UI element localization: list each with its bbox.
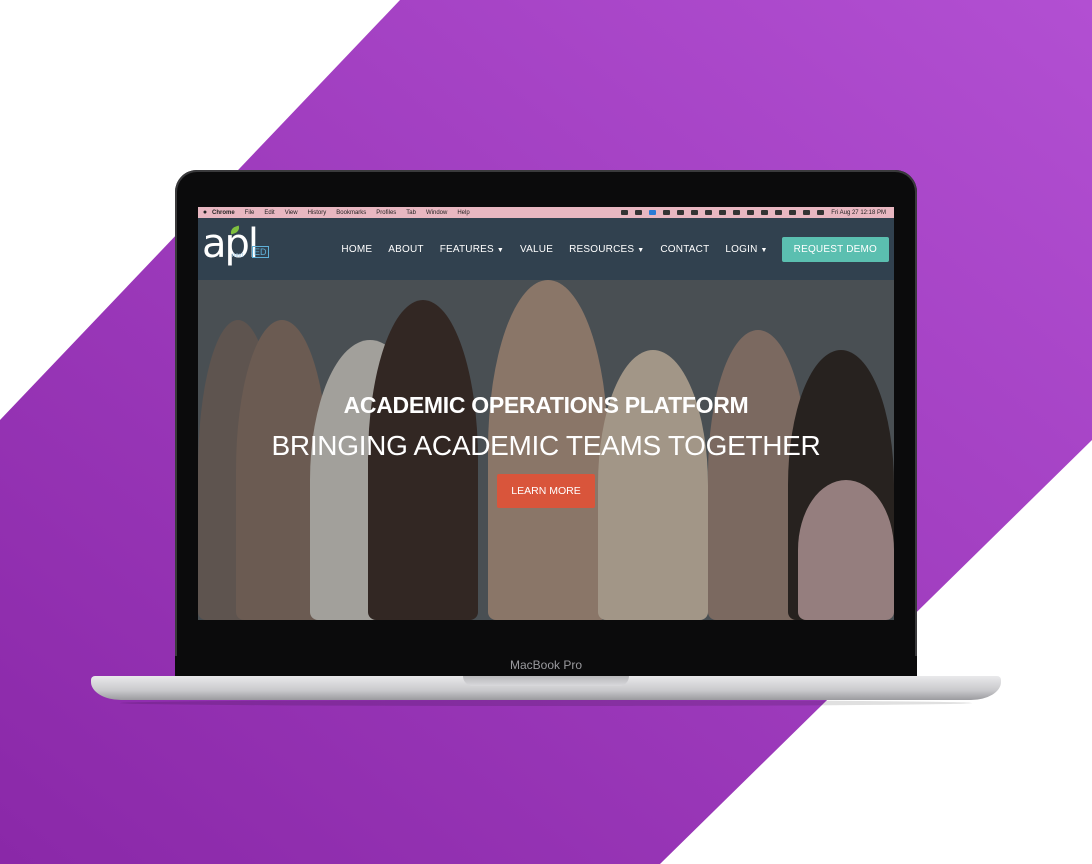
status-icon[interactable] xyxy=(719,210,727,215)
hero-section: ACADEMIC OPERATIONS PLATFORM BRINGING AC… xyxy=(198,280,894,620)
logo-sub-text: next xyxy=(232,253,244,259)
menu-item-history[interactable]: History xyxy=(308,210,327,216)
macos-menubar: ● Chrome File Edit View History Bookmark… xyxy=(198,207,894,218)
status-icon[interactable] xyxy=(663,210,671,215)
main-nav: HOME ABOUT FEATURES ▼ VALUE RESOURCES ▼ CO… xyxy=(333,236,889,262)
hero-headline: ACADEMIC OPERATIONS PLATFORM xyxy=(343,392,749,418)
caret-down-icon: ▼ xyxy=(760,246,768,254)
status-icon[interactable] xyxy=(621,210,629,215)
control-center-icon[interactable] xyxy=(817,210,825,215)
status-icon[interactable] xyxy=(705,210,713,215)
menubar-clock[interactable]: Fri Aug 27 12:18 PM xyxy=(831,210,886,216)
menu-item-window[interactable]: Window xyxy=(426,210,447,216)
volume-icon[interactable] xyxy=(733,210,741,215)
hero-subheadline: BRINGING ACADEMIC TEAMS TOGETHER xyxy=(271,430,821,461)
menubar-status-area: Fri Aug 27 12:18 PM xyxy=(621,210,894,216)
learn-more-button[interactable]: LEARN MORE xyxy=(497,474,595,508)
request-demo-button[interactable]: REQUEST DEMO xyxy=(781,236,889,262)
laptop-screen: ● Chrome File Edit View History Bookmark… xyxy=(198,207,894,620)
menu-item-tab[interactable]: Tab xyxy=(406,210,416,216)
logo-text: apl xyxy=(202,221,259,267)
nav-value[interactable]: VALUE xyxy=(520,244,553,255)
laptop-shadow xyxy=(120,700,972,706)
wifi-icon[interactable] xyxy=(775,210,783,215)
status-icon[interactable] xyxy=(691,210,699,215)
bluetooth-icon[interactable] xyxy=(747,210,755,215)
search-icon[interactable] xyxy=(803,210,811,215)
site-navbar: apl next ED HOME ABOUT FEATURES ▼ VALUE R… xyxy=(198,218,894,280)
nav-contact[interactable]: CONTACT xyxy=(660,244,709,255)
status-icon[interactable] xyxy=(677,210,685,215)
laptop-base xyxy=(91,676,1001,700)
caret-down-icon: ▼ xyxy=(637,246,645,254)
status-icon[interactable] xyxy=(635,210,643,215)
menu-item-view[interactable]: View xyxy=(285,210,298,216)
menu-item-chrome[interactable]: Chrome xyxy=(212,210,235,216)
caret-down-icon: ▼ xyxy=(496,246,505,254)
menu-item-help[interactable]: Help xyxy=(457,210,469,216)
status-icon[interactable] xyxy=(649,210,657,215)
site-logo[interactable]: apl next ED xyxy=(202,221,269,273)
nav-about[interactable]: ABOUT xyxy=(388,244,423,255)
laptop-notch xyxy=(463,676,629,686)
nav-home[interactable]: HOME xyxy=(341,244,372,255)
logo-ed-text: ED xyxy=(252,246,269,258)
menu-item-edit[interactable]: Edit xyxy=(264,210,274,216)
apple-icon[interactable]: ● xyxy=(198,209,212,216)
nav-features[interactable]: FEATURES ▼ xyxy=(440,244,504,255)
macbook-mockup: ● Chrome File Edit View History Bookmark… xyxy=(0,0,1092,864)
battery-icon[interactable] xyxy=(761,210,769,215)
device-label: MacBook Pro xyxy=(509,658,583,672)
nav-login[interactable]: LOGIN ▼ xyxy=(725,244,767,255)
menu-item-profiles[interactable]: Profiles xyxy=(376,210,396,216)
laptop-chin: MacBook Pro xyxy=(175,656,917,676)
user-icon[interactable] xyxy=(789,210,797,215)
nav-resources[interactable]: RESOURCES ▼ xyxy=(569,244,644,255)
menu-item-file[interactable]: File xyxy=(245,210,255,216)
menu-item-bookmarks[interactable]: Bookmarks xyxy=(336,210,366,216)
